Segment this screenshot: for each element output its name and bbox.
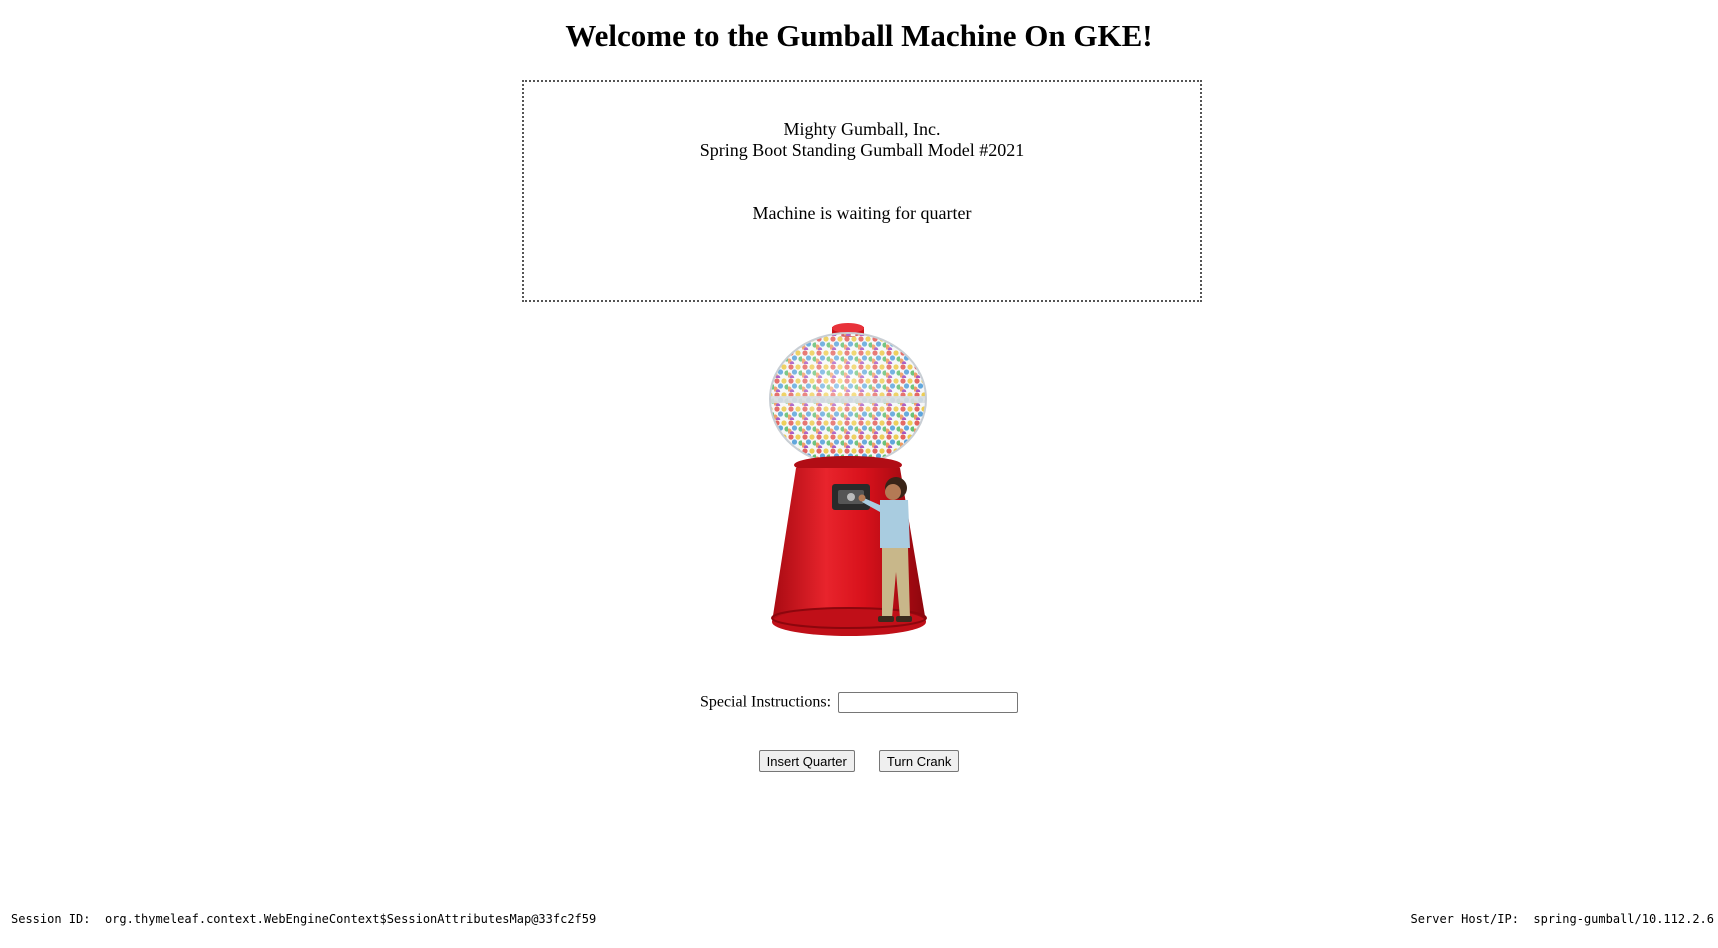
machine-message-box: Mighty Gumball, Inc. Spring Boot Standin…	[522, 80, 1202, 302]
page-title: Welcome to the Gumball Machine On GKE!	[565, 18, 1153, 53]
server-label: Server Host/IP:	[1410, 912, 1519, 926]
machine-model: Spring Boot Standing Gumball Model #2021	[699, 140, 1025, 160]
gumball-machine-image	[760, 322, 960, 640]
server-info: Server Host/IP: spring-gumball/10.112.2.…	[1411, 912, 1714, 926]
session-label: Session ID:	[11, 912, 91, 926]
special-instructions-row: Special Instructions:	[0, 692, 1718, 713]
server-host-ip: spring-gumball/10.112.2.6	[1533, 912, 1714, 926]
turn-crank-button[interactable]: Turn Crank	[878, 750, 960, 772]
action-buttons: Insert Quarter Turn Crank	[0, 750, 1718, 772]
session-id: org.thymeleaf.context.WebEngineContext$S…	[104, 912, 597, 926]
insert-quarter-button[interactable]: Insert Quarter	[758, 750, 855, 772]
special-instructions-input[interactable]	[838, 692, 1019, 713]
session-info: Session ID: org.thymeleaf.context.WebEng…	[11, 912, 596, 926]
company-name: Mighty Gumball, Inc.	[783, 119, 941, 139]
machine-status: Machine is waiting for quarter	[752, 203, 972, 223]
special-instructions-label: Special Instructions:	[699, 693, 832, 711]
